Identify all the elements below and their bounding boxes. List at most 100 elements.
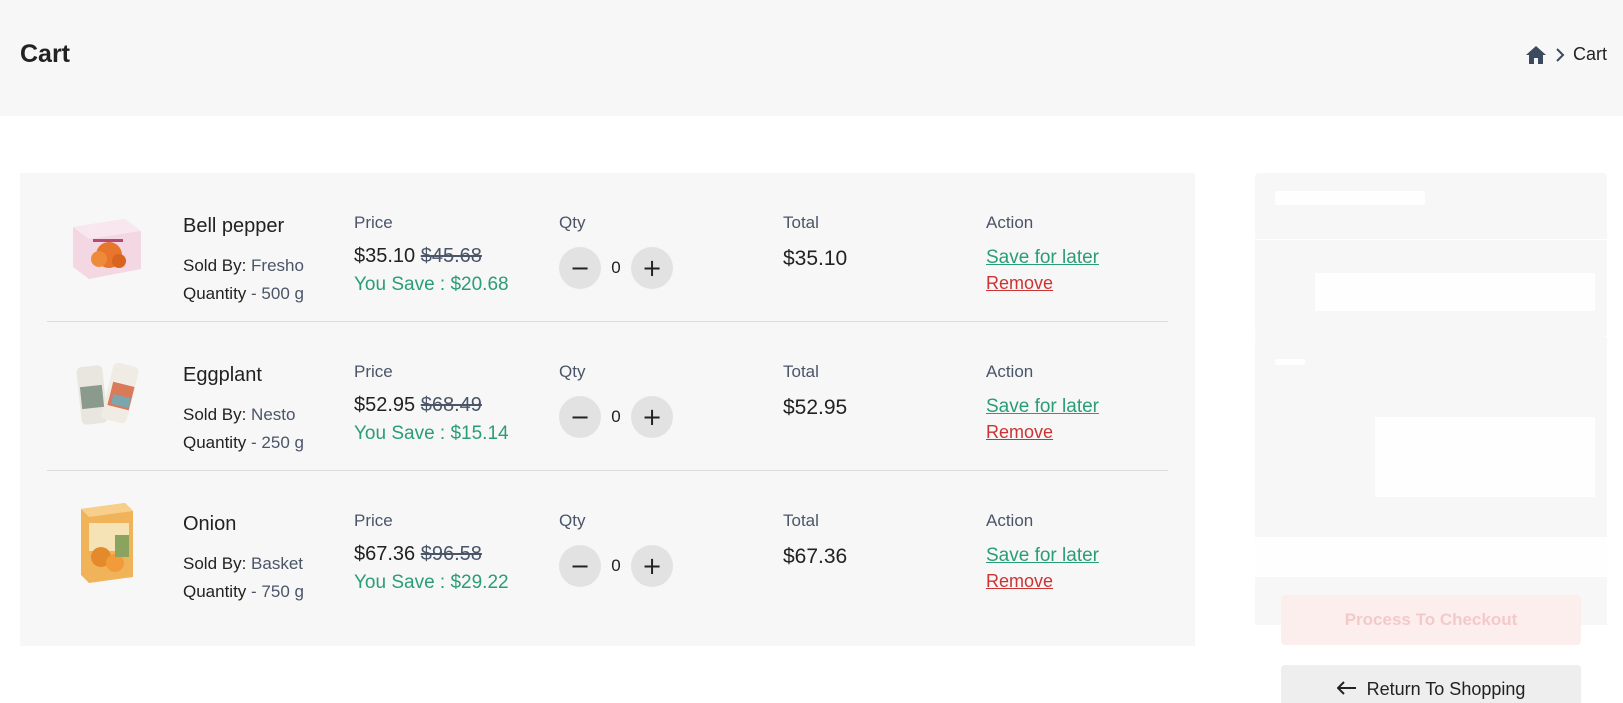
- product-name[interactable]: Bell pepper: [183, 215, 304, 238]
- qty-header: Qty: [559, 362, 586, 381]
- sold-by-label: Sold By:: [183, 405, 247, 424]
- original-price: $96.58: [420, 543, 482, 565]
- remove-link[interactable]: Remove: [986, 422, 1099, 443]
- sold-by: Sold By: Basket: [183, 550, 304, 578]
- remove-link[interactable]: Remove: [986, 571, 1099, 592]
- quantity-label: Quantity: [183, 433, 247, 452]
- price-header: Price: [354, 511, 393, 530]
- you-save: You Save : $29.22: [354, 572, 509, 593]
- total-header: Total: [783, 511, 819, 530]
- price: $52.95 $68.49: [354, 394, 509, 417]
- qty-value: 0: [611, 258, 621, 277]
- decrement-button[interactable]: −: [559, 396, 601, 438]
- faded-content: [1275, 359, 1305, 365]
- faded-content: [1275, 191, 1425, 205]
- product-info: Eggplant Sold By: Nesto Quantity - 250 g: [183, 364, 304, 457]
- return-label: Return To Shopping: [1366, 678, 1526, 699]
- sold-by: Sold By: Nesto: [183, 401, 304, 429]
- arrow-left-icon: [1336, 679, 1357, 700]
- sold-by: Sold By: Fresho: [183, 252, 304, 280]
- item-total: $67.36: [783, 545, 848, 568]
- decrement-button[interactable]: −: [559, 545, 601, 587]
- original-price: $68.49: [420, 394, 482, 416]
- qty-header: Qty: [559, 213, 586, 232]
- qty-value: 0: [611, 556, 621, 575]
- action-column: Action Save for later Remove: [986, 213, 1099, 294]
- increment-button[interactable]: +: [631, 247, 673, 289]
- faded-content: [1375, 417, 1595, 497]
- seller-name: Fresho: [251, 256, 304, 275]
- action-header: Action: [986, 213, 1034, 232]
- cart-item-row: Onion Sold By: Basket Quantity - 750 g P…: [47, 471, 1168, 620]
- qty-column: Qty − 0 +: [559, 511, 673, 587]
- quantity-value: - 500 g: [251, 284, 304, 303]
- total-column: Total $67.36: [783, 511, 847, 569]
- summary-totals-card: [1255, 337, 1607, 625]
- chevron-right-icon: [1555, 47, 1565, 62]
- order-summary: Process To Checkout Return To Shopping: [1255, 173, 1607, 703]
- increment-button[interactable]: +: [631, 545, 673, 587]
- home-icon[interactable]: [1525, 45, 1547, 65]
- remove-link[interactable]: Remove: [986, 273, 1099, 294]
- total-column: Total $52.95: [783, 362, 847, 420]
- sold-by-label: Sold By:: [183, 256, 247, 275]
- decrement-button[interactable]: −: [559, 247, 601, 289]
- current-price: $67.36: [354, 543, 416, 565]
- breadcrumb-current: Cart: [1572, 44, 1607, 64]
- total-header: Total: [783, 362, 819, 381]
- price-header: Price: [354, 213, 393, 232]
- breadcrumb: Cart: [1525, 44, 1607, 65]
- summary-card: [1255, 173, 1607, 337]
- qty-column: Qty − 0 +: [559, 362, 673, 438]
- price-column: Price $35.10 $45.68 You Save : $20.68: [354, 213, 509, 296]
- product-quantity: Quantity - 750 g: [183, 578, 304, 606]
- faded-content: [1255, 537, 1607, 577]
- quantity-stepper: − 0 +: [559, 247, 673, 289]
- price-column: Price $67.36 $96.58 You Save : $29.22: [354, 511, 509, 594]
- original-price: $45.68: [420, 245, 482, 267]
- item-total: $35.10: [783, 247, 848, 270]
- current-price: $35.10: [354, 245, 416, 267]
- save-for-later-link[interactable]: Save for later: [986, 396, 1099, 418]
- page-header: Cart Cart: [0, 0, 1623, 116]
- product-image-bell-pepper[interactable]: [67, 197, 147, 287]
- price: $35.10 $45.68: [354, 245, 509, 268]
- product-info: Onion Sold By: Basket Quantity - 750 g: [183, 513, 304, 606]
- qty-value: 0: [611, 407, 621, 426]
- product-info: Bell pepper Sold By: Fresho Quantity - 5…: [183, 215, 304, 308]
- cart-items-panel: Bell pepper Sold By: Fresho Quantity - 5…: [20, 173, 1195, 646]
- product-image-eggplant[interactable]: [67, 346, 147, 436]
- quantity-value: - 750 g: [251, 582, 304, 601]
- save-for-later-link[interactable]: Save for later: [986, 545, 1099, 567]
- action-column: Action Save for later Remove: [986, 362, 1099, 443]
- page-title: Cart: [20, 40, 71, 68]
- return-to-shopping-button[interactable]: Return To Shopping: [1281, 665, 1581, 703]
- seller-name: Basket: [251, 554, 304, 573]
- total-header: Total: [783, 213, 819, 232]
- price: $67.36 $96.58: [354, 543, 509, 566]
- qty-header: Qty: [559, 511, 586, 530]
- action-header: Action: [986, 511, 1034, 530]
- quantity-label: Quantity: [183, 284, 247, 303]
- cart-item-row: Eggplant Sold By: Nesto Quantity - 250 g…: [47, 322, 1168, 471]
- total-column: Total $35.10: [783, 213, 847, 271]
- cart-item-row: Bell pepper Sold By: Fresho Quantity - 5…: [47, 173, 1168, 322]
- action-column: Action Save for later Remove: [986, 511, 1099, 592]
- checkout-button[interactable]: Process To Checkout: [1281, 595, 1581, 645]
- faded-divider: [1255, 239, 1607, 240]
- seller-name: Nesto: [251, 405, 296, 424]
- price-column: Price $52.95 $68.49 You Save : $15.14: [354, 362, 509, 445]
- product-image-onion[interactable]: [67, 495, 147, 585]
- save-for-later-link[interactable]: Save for later: [986, 247, 1099, 269]
- product-name[interactable]: Eggplant: [183, 364, 304, 387]
- product-name[interactable]: Onion: [183, 513, 304, 536]
- quantity-stepper: − 0 +: [559, 545, 673, 587]
- faded-content: [1315, 273, 1595, 311]
- you-save: You Save : $15.14: [354, 423, 509, 444]
- increment-button[interactable]: +: [631, 396, 673, 438]
- sold-by-label: Sold By:: [183, 554, 247, 573]
- item-total: $52.95: [783, 396, 848, 419]
- quantity-stepper: − 0 +: [559, 396, 673, 438]
- you-save: You Save : $20.68: [354, 274, 509, 295]
- price-header: Price: [354, 362, 393, 381]
